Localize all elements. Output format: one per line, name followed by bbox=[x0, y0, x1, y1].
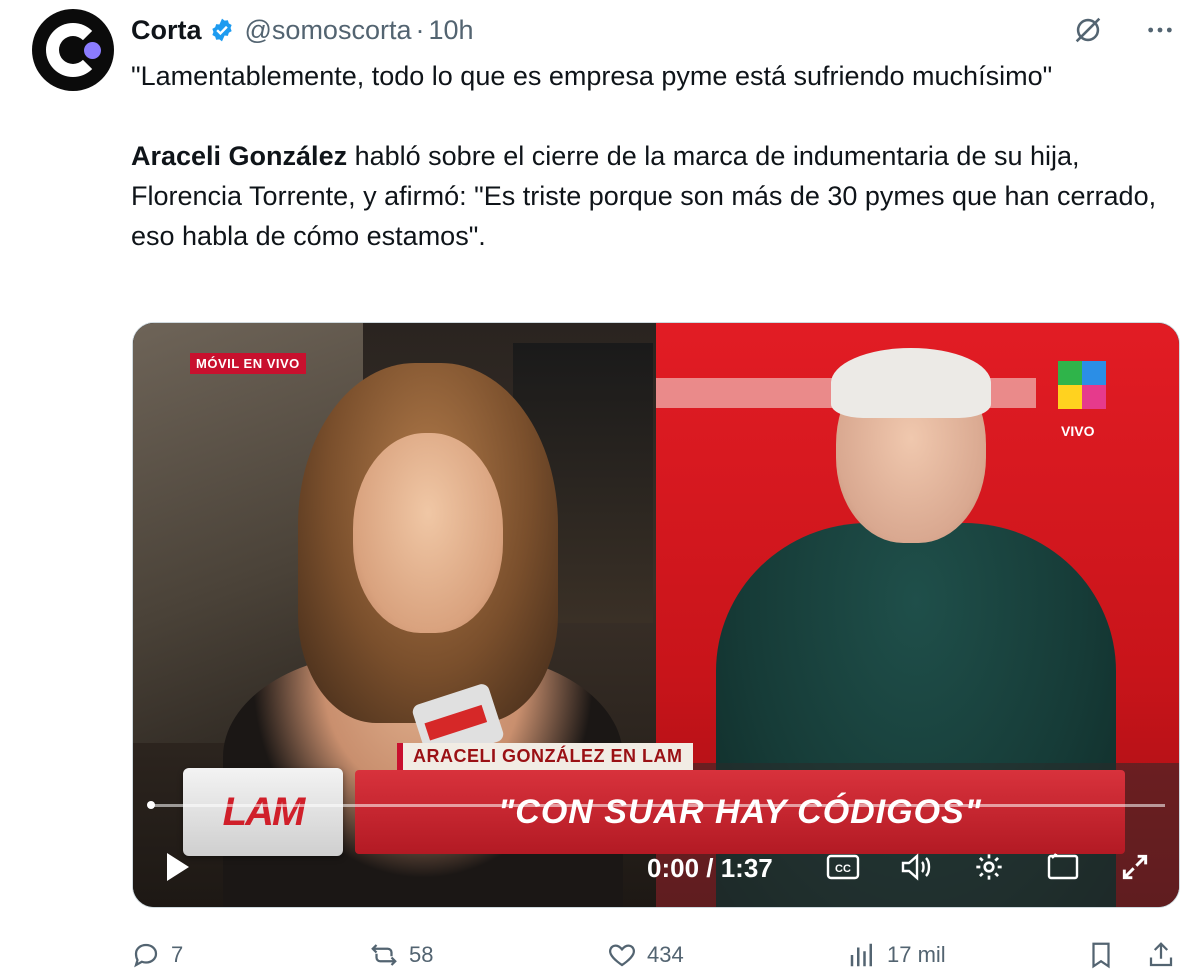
reply-icon bbox=[134, 943, 158, 968]
tweet-header: Corta @somoscorta · 10h bbox=[131, 12, 474, 48]
views-count: 17 mil bbox=[887, 942, 946, 967]
handle[interactable]: @somoscorta bbox=[245, 15, 412, 46]
separator: · bbox=[415, 14, 425, 45]
grok-icon[interactable] bbox=[1068, 10, 1108, 50]
tweet-top-actions bbox=[1068, 10, 1180, 50]
share-button[interactable] bbox=[1146, 940, 1176, 970]
heart-icon bbox=[609, 944, 635, 967]
volume-icon[interactable] bbox=[899, 849, 935, 885]
video-player[interactable]: MÓVIL EN VIVO VIVO ARACELI GONZÁLEZ EN L… bbox=[132, 322, 1180, 908]
repost-button[interactable]: 58 bbox=[369, 940, 433, 970]
bookmark-button[interactable] bbox=[1086, 940, 1116, 970]
play-icon[interactable] bbox=[167, 853, 189, 881]
video-time: 0:00 / 1:37 bbox=[647, 853, 773, 883]
display-name[interactable]: Corta bbox=[131, 15, 202, 46]
settings-gear-icon[interactable] bbox=[971, 849, 1007, 885]
channel-live-label: VIVO bbox=[1061, 423, 1095, 439]
share-icon bbox=[1149, 942, 1173, 967]
views-chart-icon bbox=[850, 943, 872, 967]
mentioned-name: Araceli González bbox=[131, 141, 348, 171]
bookmark-icon bbox=[1092, 942, 1110, 969]
lam-logo-text: LAM bbox=[222, 789, 306, 834]
progress-bar[interactable] bbox=[149, 804, 1165, 807]
like-count: 434 bbox=[647, 942, 684, 967]
fullscreen-icon[interactable] bbox=[1117, 849, 1153, 885]
tweet-body: Araceli González habló sobre el cierre d… bbox=[131, 136, 1171, 256]
like-button[interactable]: 434 bbox=[607, 940, 684, 970]
captions-icon[interactable]: CC bbox=[825, 849, 861, 885]
corta-logo-dot bbox=[84, 42, 101, 59]
tweet-text: "Lamentablemente, todo lo que es empresa… bbox=[131, 56, 1171, 256]
views-button[interactable]: 17 mil bbox=[847, 940, 946, 970]
repost-count: 58 bbox=[409, 942, 434, 967]
progress-knob[interactable] bbox=[147, 801, 155, 809]
name-lower-third: ARACELI GONZÁLEZ EN LAM bbox=[397, 743, 693, 770]
more-options-icon[interactable] bbox=[1140, 10, 1180, 50]
tweet-action-bar: 7 58 434 17 mil bbox=[131, 935, 1181, 975]
repost-icon bbox=[371, 944, 397, 966]
picture-in-picture-icon[interactable] bbox=[1045, 849, 1081, 885]
timestamp[interactable]: 10h bbox=[428, 15, 473, 46]
verified-badge-icon bbox=[211, 18, 232, 42]
svg-text:CC: CC bbox=[835, 863, 851, 875]
reply-button[interactable]: 7 bbox=[131, 940, 183, 970]
channel-logo-icon bbox=[1058, 361, 1106, 409]
live-tag: MÓVIL EN VIVO bbox=[190, 353, 306, 374]
avatar[interactable] bbox=[32, 9, 114, 91]
tweet-quote: "Lamentablemente, todo lo que es empresa… bbox=[131, 61, 1053, 91]
reply-count: 7 bbox=[171, 942, 184, 967]
video-controls: 0:00 / 1:37 CC bbox=[133, 835, 1179, 895]
headline-text: "CON SUAR HAY CÓDIGOS" bbox=[498, 792, 982, 831]
